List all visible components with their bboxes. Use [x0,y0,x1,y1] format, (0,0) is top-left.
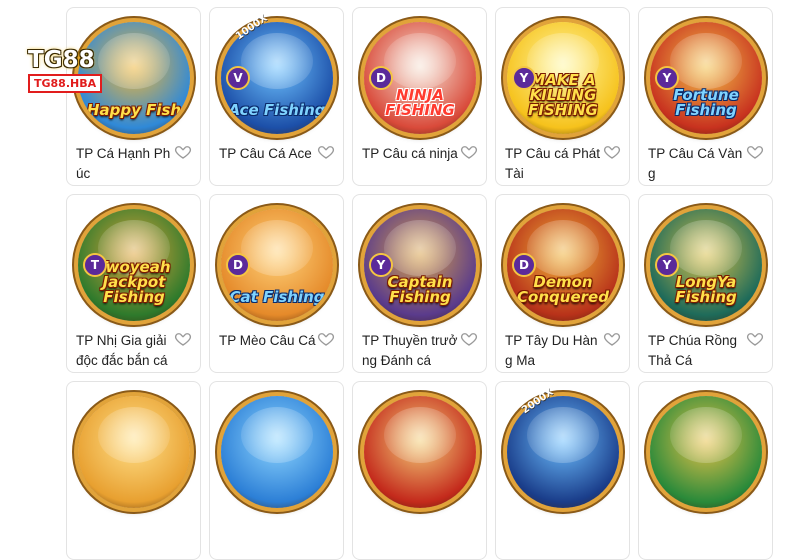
provider-badge: Y [655,66,679,90]
art-highlight [98,407,170,464]
favorite-heart-icon[interactable] [317,330,335,348]
art-highlight [670,407,742,464]
art-highlight [384,220,456,277]
logo-brand-text: TG88 [28,47,95,73]
favorite-heart-icon[interactable] [174,143,192,161]
game-art-title: Fortune Fishing [673,86,739,119]
favorite-heart-icon[interactable] [746,143,764,161]
game-art [221,396,333,508]
art-highlight [670,220,742,277]
game-grid: Happy Fish TP Cá Hạnh Phúc Ace Fishing V 100… [66,7,773,560]
game-thumbnail[interactable]: Fortune Fishing Y [649,14,763,142]
provider-badge: D [369,66,393,90]
game-art-title: LongYa Fishing [675,273,737,306]
game-thumbnail[interactable]: LongYa Fishing Y [649,201,763,329]
game-art-title: Captain Fishing [387,273,453,306]
game-card[interactable]: Twoyeah Jackpot Fishing T TP Nhị Gia giải … [66,194,201,373]
game-card[interactable]: LongYa Fishing Y TP Chúa Rồng Thả Cá [638,194,773,373]
provider-badge: Y [369,253,393,277]
game-thumbnail[interactable]: Cat Fishing D [220,201,334,329]
art-highlight [241,407,313,464]
art-highlight [527,407,599,464]
game-thumbnail[interactable]: Ace Fishing V 1000X [220,13,334,142]
favorite-heart-icon[interactable] [317,143,335,161]
game-name[interactable]: TP Thuyền trưởng Đánh cá [362,331,462,371]
game-art-title: Happy Fish [86,101,182,119]
game-card[interactable] [638,381,773,560]
game-art-title: Cat Fishing [229,288,325,306]
game-art-title: Ace Fishing [228,101,326,119]
game-card[interactable]: Fortune Fishing Y TP Câu Cá Vàng [638,7,773,186]
provider-badge: T [83,253,107,277]
game-thumbnail[interactable]: MAKE A KILLING FISHING Y [506,14,620,142]
favorite-heart-icon[interactable] [603,143,621,161]
game-thumbnail[interactable]: NINJA FISHING D [363,14,477,142]
game-card[interactable]: Ace Fishing V 1000X TP Câu Cá Ace [209,7,344,186]
game-thumbnail[interactable]: Demon Conquered D [506,201,620,329]
game-name[interactable]: TP Câu Cá Ace [219,144,319,164]
favorite-heart-icon[interactable] [603,330,621,348]
game-name[interactable]: TP Câu cá ninja [362,144,462,164]
art-highlight [241,33,313,90]
site-logo[interactable]: TG88 TG88.HBA [28,47,112,101]
art-highlight [384,407,456,464]
art-highlight [527,220,599,277]
provider-badge: Y [512,66,536,90]
game-card[interactable]: Cat Fishing D TP Mèo Câu Cá [209,194,344,373]
game-thumbnail[interactable]: 2000X [506,387,620,516]
game-card[interactable] [66,381,201,560]
game-card[interactable]: Demon Conquered D TP Tây Du Hàng Ma [495,194,630,373]
game-card[interactable]: 2000X [495,381,630,560]
game-name[interactable]: TP Nhị Gia giải độc đắc bắn cá [76,331,176,371]
game-thumbnail[interactable] [363,388,477,516]
logo-domain-text: TG88.HBA [28,74,103,93]
game-name[interactable]: TP Câu cá Phát Tài [505,144,605,184]
game-card[interactable]: Captain Fishing Y TP Thuyền trưởng Đánh cá [352,194,487,373]
game-card[interactable]: MAKE A KILLING FISHING Y TP Câu cá Phát Tà… [495,7,630,186]
game-art-title: NINJA FISHING [385,86,455,119]
game-art [364,396,476,508]
game-thumbnail[interactable]: Captain Fishing Y [363,201,477,329]
game-art-title: Demon Conquered [517,273,609,306]
favorite-heart-icon[interactable] [460,143,478,161]
provider-badge: D [226,253,250,277]
art-highlight [670,33,742,90]
game-art [78,396,190,508]
game-thumbnail[interactable]: Twoyeah Jackpot Fishing T [77,201,191,329]
art-highlight [241,220,313,277]
provider-badge: Y [655,253,679,277]
game-card[interactable] [209,381,344,560]
game-art [650,396,762,508]
game-thumbnail[interactable] [77,388,191,516]
game-name[interactable]: TP Chúa Rồng Thả Cá [648,331,748,371]
favorite-heart-icon[interactable] [174,330,192,348]
game-thumbnail[interactable] [649,388,763,516]
favorite-heart-icon[interactable] [460,330,478,348]
game-name[interactable]: TP Tây Du Hàng Ma [505,331,605,371]
favorite-heart-icon[interactable] [746,330,764,348]
provider-badge: V [226,66,250,90]
provider-badge: D [512,253,536,277]
art-highlight [384,33,456,90]
game-card[interactable]: NINJA FISHING D TP Câu cá ninja [352,7,487,186]
game-name[interactable]: TP Cá Hạnh Phúc [76,144,176,184]
game-name[interactable]: TP Câu Cá Vàng [648,144,748,184]
game-thumbnail[interactable] [220,388,334,516]
game-card[interactable] [352,381,487,560]
game-name[interactable]: TP Mèo Câu Cá [219,331,319,351]
